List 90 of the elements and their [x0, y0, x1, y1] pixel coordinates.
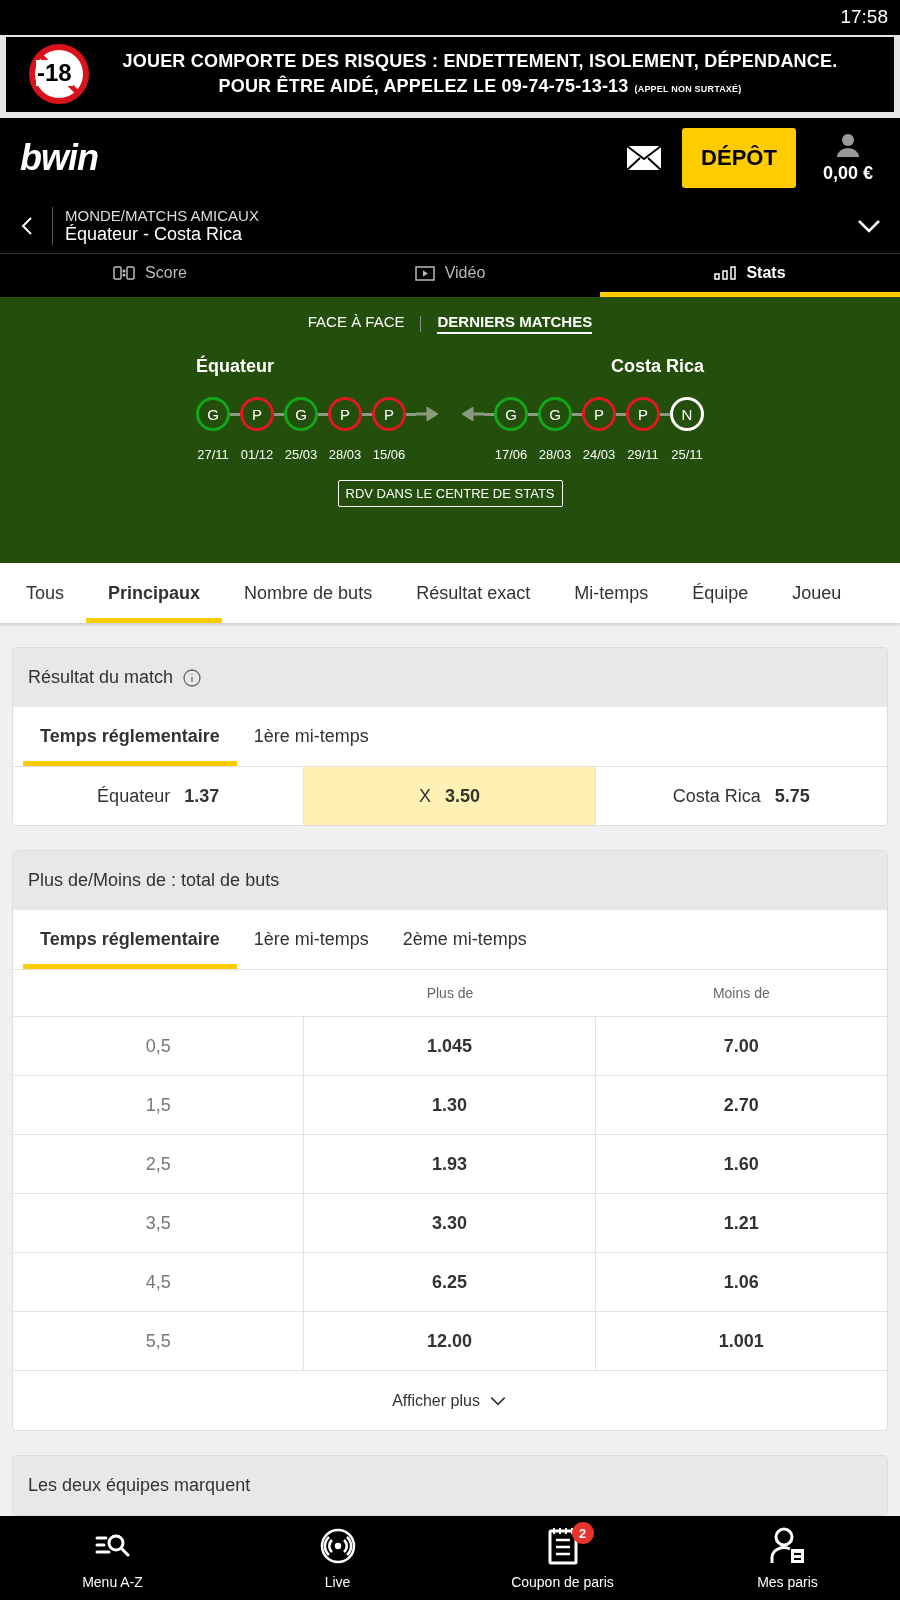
- market-tab[interactable]: Principaux: [86, 563, 223, 623]
- show-more-button[interactable]: Afficher plus: [386, 1389, 514, 1412]
- info-icon: [183, 668, 202, 687]
- clipboard-icon: [547, 1527, 578, 1565]
- goal-line: 3,5: [13, 1193, 305, 1252]
- team-name: Costa Rica: [610, 356, 704, 378]
- team-name: Équateur: [196, 356, 274, 378]
- user-ticket-icon: [769, 1527, 806, 1565]
- result-circle: G: [284, 397, 318, 432]
- period-tab[interactable]: Temps réglementaire: [23, 910, 237, 969]
- match-date: 28/03: [328, 447, 362, 463]
- odds-button[interactable]: 7.00: [595, 1016, 887, 1075]
- market-tab[interactable]: Tous: [4, 563, 87, 623]
- result-circle: P: [626, 397, 660, 432]
- match-date: 28/03: [538, 447, 572, 463]
- result-circle: P: [240, 397, 274, 432]
- bar-chart-icon: [714, 266, 737, 281]
- goal-line: 1,5: [13, 1075, 305, 1134]
- odds-button[interactable]: 1.21: [595, 1193, 887, 1252]
- market-header[interactable]: Les deux équipes marquent: [13, 1456, 887, 1515]
- score-icon: [113, 266, 136, 281]
- result-circle: P: [582, 397, 616, 432]
- odds-button[interactable]: 1.06: [595, 1252, 887, 1311]
- period-tab[interactable]: 1ère mi-temps: [236, 707, 386, 766]
- period-tab[interactable]: 2ème mi-temps: [385, 910, 544, 969]
- match-date: 25/11: [670, 447, 704, 463]
- odds-button[interactable]: 3.30: [304, 1193, 596, 1252]
- stats-center-button[interactable]: RDV DANS LE CENTRE DE STATS: [337, 480, 563, 508]
- market-title: Plus de/Moins de : total de buts: [28, 870, 280, 891]
- count-badge: 2: [571, 1522, 594, 1544]
- market-title: Les deux équipes marquent: [28, 1475, 251, 1496]
- odds-button[interactable]: X 3.50: [304, 767, 596, 825]
- market-title: Résultat du match: [28, 667, 174, 688]
- odds-button[interactable]: 12.00: [304, 1311, 596, 1370]
- column-header: Plus de: [425, 984, 475, 1003]
- odds-button[interactable]: 1.30: [304, 1075, 596, 1134]
- warning-text: JOUER COMPORTE DES RISQUES : ENDETTEMENT, ISOLEMENT, DÉPENDANCE.: [122, 51, 838, 73]
- odds-button[interactable]: 2.70: [595, 1075, 887, 1134]
- goal-line: 2,5: [13, 1134, 305, 1193]
- period-tab[interactable]: 1ère mi-temps: [236, 910, 386, 969]
- balance: 0,00 €: [822, 162, 873, 184]
- market-tab[interactable]: Nombre de buts: [222, 563, 395, 623]
- video-icon: [414, 265, 435, 281]
- goal-line: 5,5: [13, 1311, 305, 1370]
- goal-line: 4,5: [13, 1252, 305, 1311]
- user-icon: [837, 132, 859, 157]
- match-date: 27/11: [196, 447, 230, 463]
- market-tab[interactable]: Joueu: [770, 563, 864, 623]
- stats-section-tab[interactable]: DERNIERS MATCHES: [437, 313, 593, 335]
- nav-item[interactable]: Live: [225, 1516, 450, 1600]
- status-time: 17:58: [840, 6, 888, 29]
- view-tab[interactable]: Score: [0, 254, 300, 298]
- market-header[interactable]: Plus de/Moins de : total de buts: [13, 851, 887, 910]
- odds-button[interactable]: 1.93: [304, 1134, 596, 1193]
- market-tab[interactable]: Mi-temps: [552, 563, 671, 623]
- result-circle: G: [538, 397, 572, 432]
- nav-item[interactable]: Menu A-Z: [0, 1516, 225, 1600]
- result-circle: P: [372, 397, 406, 432]
- market-header[interactable]: Résultat du match: [13, 648, 887, 707]
- match-date: 29/11: [626, 447, 660, 463]
- logo[interactable]: bwin: [20, 137, 626, 180]
- odds-button[interactable]: 1.045: [304, 1016, 596, 1075]
- event-name: Équateur - Costa Rica: [65, 223, 244, 245]
- column-header: Moins de: [711, 984, 771, 1003]
- odds-button[interactable]: 1.60: [595, 1134, 887, 1193]
- match-date: 17/06: [494, 447, 528, 463]
- helpline-text: POUR ÊTRE AIDÉ, APPELEZ LE 09-74-75-13-13 (APPEL NON SURTAXÉ): [218, 76, 742, 98]
- market-tab[interactable]: Équipe: [670, 563, 771, 623]
- broadcast-icon: [319, 1528, 356, 1564]
- match-date: 25/03: [284, 447, 318, 463]
- stats-section-tab[interactable]: FACE À FACE: [307, 313, 405, 335]
- result-circle: G: [494, 397, 528, 432]
- market-tab[interactable]: Résultat exact: [394, 563, 553, 623]
- result-circle: N: [670, 397, 704, 432]
- competition-name: MONDE/MATCHS AMICAUX: [65, 206, 260, 224]
- age-limit: -18: [36, 60, 73, 87]
- result-circle: P: [328, 397, 362, 432]
- match-date: 24/03: [582, 447, 616, 463]
- goal-line: 0,5: [13, 1016, 305, 1075]
- result-circle: G: [196, 397, 230, 432]
- odds-button[interactable]: 6.25: [304, 1252, 596, 1311]
- odds-button[interactable]: 1.001: [595, 1311, 887, 1370]
- match-date: 01/12: [240, 447, 274, 463]
- mail-icon: [626, 145, 662, 172]
- odds-button[interactable]: Équateur 1.37: [13, 767, 305, 825]
- match-date: 15/06: [372, 447, 406, 463]
- deposit-button[interactable]: DÉPÔT: [682, 128, 796, 189]
- nav-item[interactable]: 2 Coupon de paris: [450, 1516, 675, 1600]
- nav-item[interactable]: Mes paris: [675, 1516, 900, 1600]
- view-tab[interactable]: Vidéo: [300, 254, 600, 298]
